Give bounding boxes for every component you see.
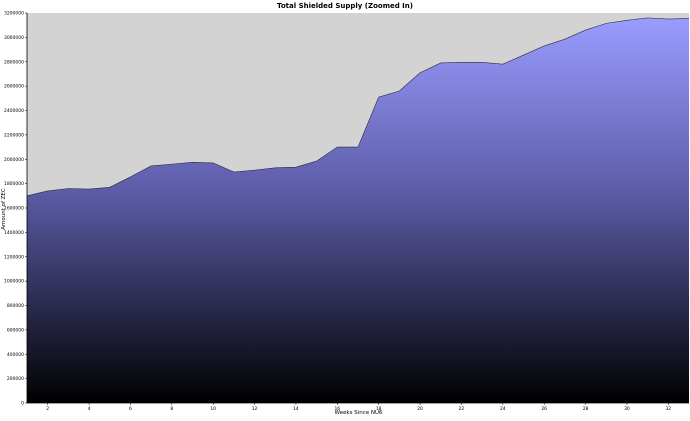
chart-svg: 0 200000 400000 600000 800000 1000000 1200000 1… — [4, 11, 690, 412]
y-tick-label: 2600000 — [4, 84, 24, 90]
y-tick-label: 200000 — [7, 376, 24, 382]
x-tick-label: 14 — [293, 406, 299, 412]
y-tick-label: 400000 — [7, 352, 24, 358]
x-tick-label: 10 — [210, 406, 216, 412]
y-tick-label: 0 — [21, 401, 24, 407]
y-tick-label: 1200000 — [4, 254, 24, 260]
x-tick-label: 26 — [541, 406, 547, 412]
x-tick-label: 8 — [170, 406, 173, 412]
x-tick-label: 20 — [417, 406, 423, 412]
x-tick-label: 2 — [46, 406, 49, 412]
x-tick-label: 18 — [376, 406, 382, 412]
y-tick-label: 3200000 — [4, 11, 24, 17]
x-tick-label: 22 — [459, 406, 465, 412]
y-tick-label: 2200000 — [4, 132, 24, 138]
y-tick-label: 1800000 — [4, 181, 24, 187]
chart-root: Total Shielded Supply (Zoomed In) Amount… — [0, 0, 690, 421]
x-tick-label: 12 — [252, 406, 258, 412]
x-tick-label: 6 — [129, 406, 132, 412]
y-tick-label: 600000 — [7, 327, 24, 333]
y-tick-label: 1000000 — [4, 279, 24, 285]
x-tick-label: 32 — [665, 406, 671, 412]
x-tick-label: 16 — [334, 406, 340, 412]
x-tick-label: 30 — [624, 406, 630, 412]
y-tick-label: 2800000 — [4, 59, 24, 65]
y-tick-label: 800000 — [7, 303, 24, 309]
y-tick-label: 1600000 — [4, 206, 24, 212]
x-tick-label: 24 — [500, 406, 506, 412]
x-tick-label: 4 — [88, 406, 91, 412]
y-tick-label: 2400000 — [4, 108, 24, 114]
y-tick-label: 3000000 — [4, 35, 24, 41]
y-tick-label: 1400000 — [4, 230, 24, 236]
x-tick-label: 28 — [583, 406, 589, 412]
y-tick-label: 2000000 — [4, 157, 24, 163]
